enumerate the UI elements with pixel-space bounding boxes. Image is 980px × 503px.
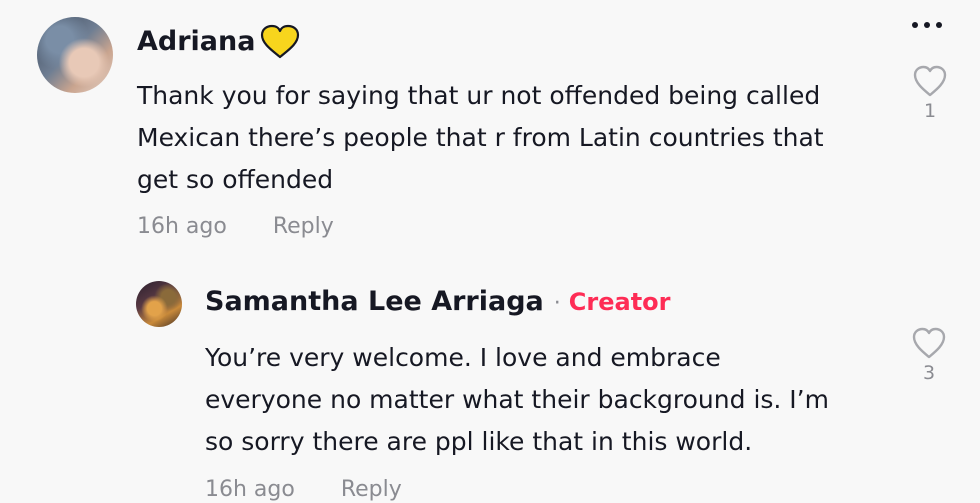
avatar-samantha[interactable] <box>136 281 182 327</box>
more-options-icon[interactable] <box>905 14 949 36</box>
comment-thread: Adriana Thank you for saying that ur not… <box>0 0 980 503</box>
more-dot <box>912 22 918 28</box>
comment-timestamp: 16h ago <box>137 214 227 239</box>
reply-text-line: everyone no matter what their background… <box>205 385 829 414</box>
more-dot <box>936 22 942 28</box>
like-button[interactable]: 3 <box>909 326 949 384</box>
comment-text-line: get so offended <box>137 165 334 194</box>
reply-text: You’re very welcome. I love and embrace … <box>205 337 829 463</box>
comment-text-line: Mexican there’s people that r from Latin… <box>137 123 824 152</box>
avatar-adriana[interactable] <box>37 17 113 93</box>
heart-outline-icon <box>913 65 947 97</box>
reply-button[interactable]: Reply <box>273 214 334 239</box>
reply-meta: 16h ago Reply <box>205 477 402 502</box>
creator-badge: Creator <box>568 288 671 316</box>
like-count: 3 <box>922 362 936 384</box>
heart-outline-icon <box>912 327 946 359</box>
reply-author-name[interactable]: Samantha Lee Arriaga <box>205 286 544 317</box>
reply-button[interactable]: Reply <box>341 477 402 502</box>
comment-author-name[interactable]: Adriana <box>137 26 255 57</box>
reply-timestamp: 16h ago <box>205 477 295 502</box>
comment-text-line: Thank you for saying that ur not offende… <box>137 81 821 110</box>
comment-meta: 16h ago Reply <box>137 214 334 239</box>
reply-text-line: You’re very welcome. I love and embrace <box>205 343 721 372</box>
separator-dot: · <box>553 291 561 316</box>
like-count: 1 <box>923 100 937 122</box>
comment-text: Thank you for saying that ur not offende… <box>137 75 824 201</box>
yellow-heart-emoji-icon <box>260 24 300 59</box>
reply-text-line: so sorry there are ppl like that in this… <box>205 427 753 456</box>
more-dot <box>924 22 930 28</box>
reply-header: Samantha Lee Arriaga · Creator <box>205 286 670 317</box>
like-button[interactable]: 1 <box>910 64 950 122</box>
